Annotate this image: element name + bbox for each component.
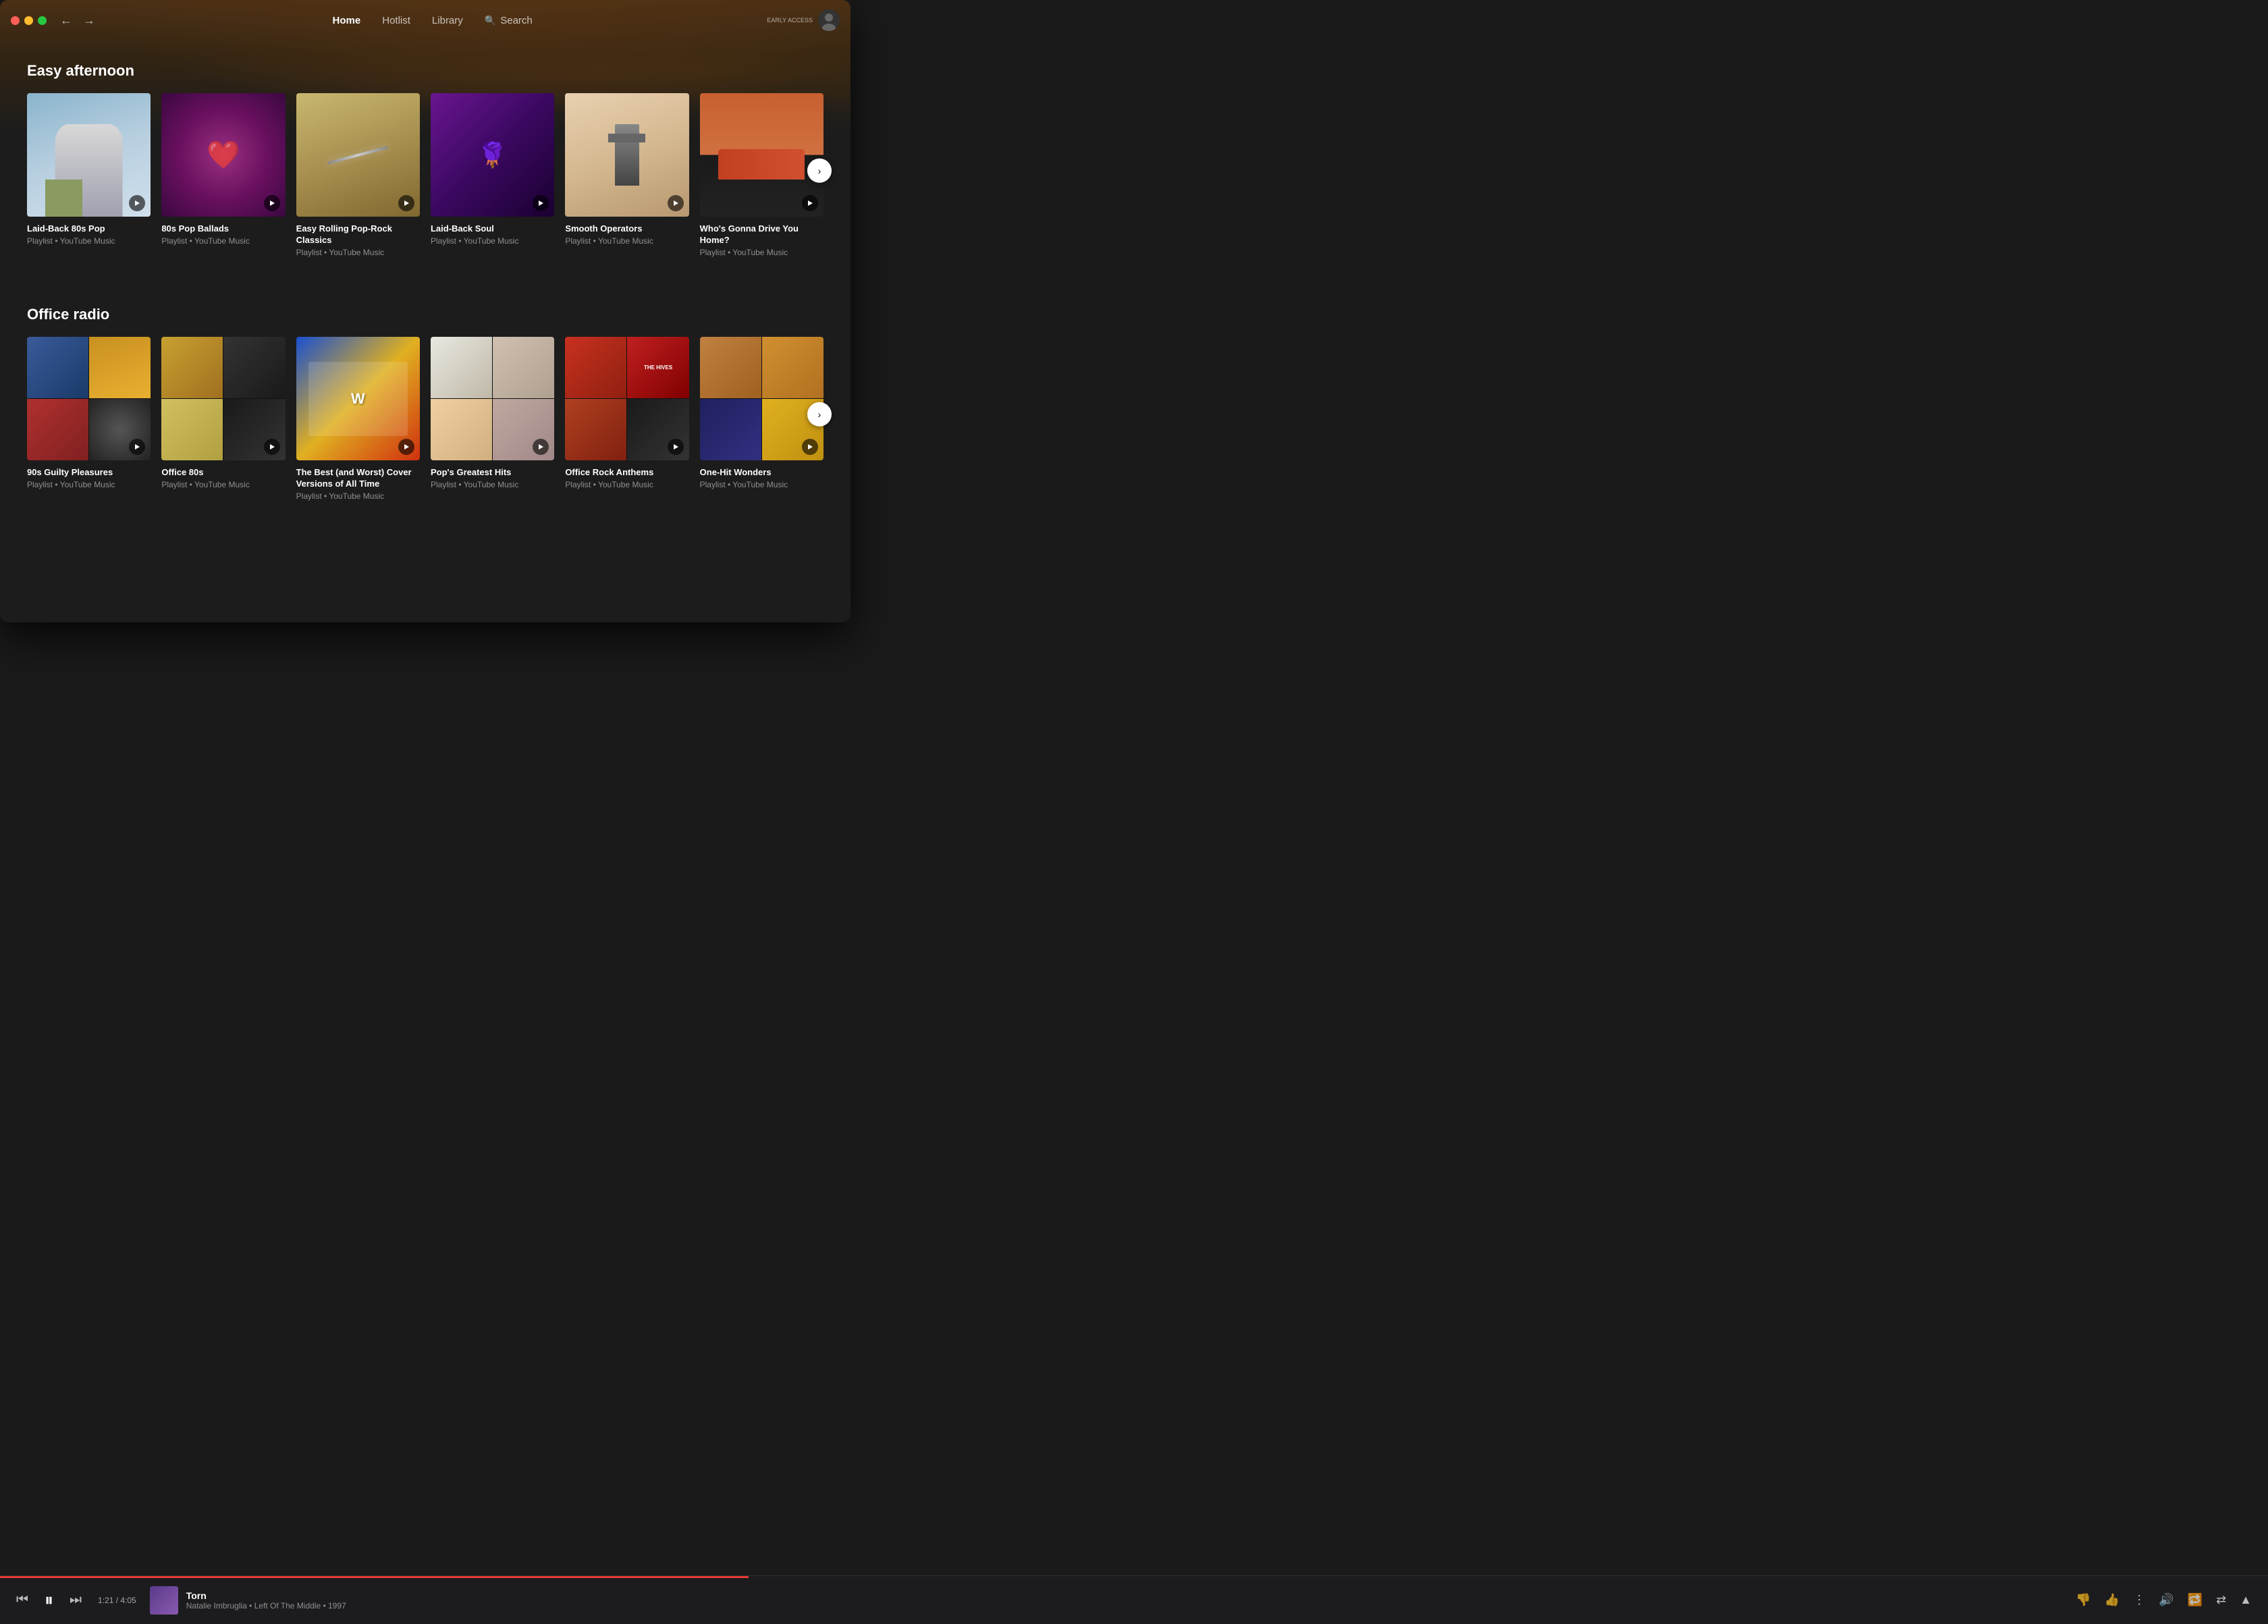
card-subtitle: Playlist • YouTube Music [27, 236, 151, 246]
card-office80s[interactable]: Office 80s Playlist • YouTube Music [161, 337, 285, 501]
section-header-easy-afternoon: Easy afternoon [27, 62, 824, 80]
card-title: Laid-Back 80s Pop [27, 223, 151, 235]
card-subtitle: Playlist • YouTube Music [161, 480, 285, 489]
card-onehit[interactable]: One-Hit Wonders Playlist • YouTube Music [700, 337, 824, 501]
cards-wrapper-office-radio: 90s Guilty Pleasures Playlist • YouTube … [27, 337, 824, 501]
card-thumb-officerock: THE HIVES [565, 337, 688, 460]
search-button[interactable]: 🔍 Search [485, 15, 533, 26]
card-bestworst[interactable]: W The Best (and Worst) Cover Versions of… [296, 337, 420, 501]
maximize-button[interactable] [38, 16, 47, 25]
card-rollingpop[interactable]: Easy Rolling Pop-Rock Classics Playlist … [296, 93, 420, 257]
main-nav: Home Hotlist Library 🔍 Search [333, 15, 533, 26]
nav-library[interactable]: Library [432, 15, 463, 26]
minimize-button[interactable] [24, 16, 33, 25]
card-thumb-whos [700, 93, 824, 217]
card-title: One-Hit Wonders [700, 467, 824, 479]
section-title-easy-afternoon: Easy afternoon [27, 62, 134, 80]
section-header-office-radio: Office radio [27, 306, 824, 323]
card-thumb-90sguilty [27, 337, 151, 460]
header-right: EARLY ACCESS [767, 9, 840, 31]
card-title: Laid-Back Soul [431, 223, 554, 235]
card-title: Office Rock Anthems [565, 467, 688, 479]
card-title: Office 80s [161, 467, 285, 479]
search-icon: 🔍 [485, 15, 496, 26]
window-controls [11, 16, 47, 25]
card-whos[interactable]: Who's Gonna Drive You Home? Playlist • Y… [700, 93, 824, 257]
card-subtitle: Playlist • YouTube Music [431, 236, 554, 246]
card-thumb-pops [431, 337, 554, 460]
card-title: Easy Rolling Pop-Rock Classics [296, 223, 420, 246]
cards-row-office-radio: 90s Guilty Pleasures Playlist • YouTube … [27, 337, 824, 501]
card-title: Who's Gonna Drive You Home? [700, 223, 824, 246]
card-90sguilty[interactable]: 90s Guilty Pleasures Playlist • YouTube … [27, 337, 151, 501]
play-overlay [264, 439, 280, 455]
card-smooth[interactable]: Smooth Operators Playlist • YouTube Musi… [565, 93, 688, 257]
forward-button[interactable]: → [80, 11, 98, 30]
card-thumb-bestworst: W [296, 337, 420, 460]
next-arrow-office-radio[interactable]: › [807, 402, 832, 426]
main-content: Easy afternoon [0, 40, 850, 622]
card-title: Pop's Greatest Hits [431, 467, 554, 479]
card-subtitle: Playlist • YouTube Music [700, 480, 824, 489]
card-title: 80s Pop Ballads [161, 223, 285, 235]
card-officerock[interactable]: THE HIVES Office Rock Anthems Playlist •… [565, 337, 688, 501]
card-thumb-smooth [565, 93, 688, 217]
card-title: Smooth Operators [565, 223, 688, 235]
next-arrow-easy-afternoon[interactable]: › [807, 158, 832, 182]
search-label: Search [500, 15, 533, 26]
user-avatar[interactable] [818, 9, 840, 31]
card-subtitle: Playlist • YouTube Music [565, 480, 688, 489]
card-thumb-office80s [161, 337, 285, 460]
card-thumb-laidback80s [27, 93, 151, 217]
card-laidbacksoul[interactable]: 🌹 Laid-Back Soul Playlist • YouTube Musi… [431, 93, 554, 257]
card-thumb-onehit [700, 337, 824, 460]
play-overlay [264, 195, 280, 211]
app-window: ← → Home Hotlist Library 🔍 Search EARLY … [0, 0, 850, 622]
nav-arrows: ← → [57, 11, 98, 30]
card-subtitle: Playlist • YouTube Music [161, 236, 285, 246]
card-subtitle: Playlist • YouTube Music [431, 480, 554, 489]
cards-wrapper-easy-afternoon: Laid-Back 80s Pop Playlist • YouTube Mus… [27, 93, 824, 257]
card-laidback80s[interactable]: Laid-Back 80s Pop Playlist • YouTube Mus… [27, 93, 151, 257]
card-subtitle: Playlist • YouTube Music [296, 491, 420, 501]
back-button[interactable]: ← [57, 11, 75, 30]
section-easy-afternoon: Easy afternoon [0, 40, 850, 257]
card-80sballads[interactable]: ❤️ 80s Pop Ballads Playlist • YouTube Mu… [161, 93, 285, 257]
cards-row-easy-afternoon: Laid-Back 80s Pop Playlist • YouTube Mus… [27, 93, 824, 257]
card-subtitle: Playlist • YouTube Music [700, 248, 824, 257]
card-subtitle: Playlist • YouTube Music [565, 236, 688, 246]
card-pops[interactable]: Pop's Greatest Hits Playlist • YouTube M… [431, 337, 554, 501]
play-overlay [668, 439, 684, 455]
card-thumb-80sballads: ❤️ [161, 93, 285, 217]
card-thumb-laidbacksoul: 🌹 [431, 93, 554, 217]
titlebar: ← → Home Hotlist Library 🔍 Search EARLY … [0, 0, 850, 40]
play-overlay [668, 195, 684, 211]
section-office-radio: Office radio [0, 284, 850, 501]
card-subtitle: Playlist • YouTube Music [296, 248, 420, 257]
card-subtitle: Playlist • YouTube Music [27, 480, 151, 489]
section-title-office-radio: Office radio [27, 306, 109, 323]
nav-home[interactable]: Home [333, 15, 361, 26]
card-title: The Best (and Worst) Cover Versions of A… [296, 467, 420, 490]
nav-hotlist[interactable]: Hotlist [382, 15, 410, 26]
close-button[interactable] [11, 16, 20, 25]
card-title: 90s Guilty Pleasures [27, 467, 151, 479]
early-access-label: EARLY ACCESS [767, 17, 813, 24]
card-thumb-rollingpop [296, 93, 420, 217]
